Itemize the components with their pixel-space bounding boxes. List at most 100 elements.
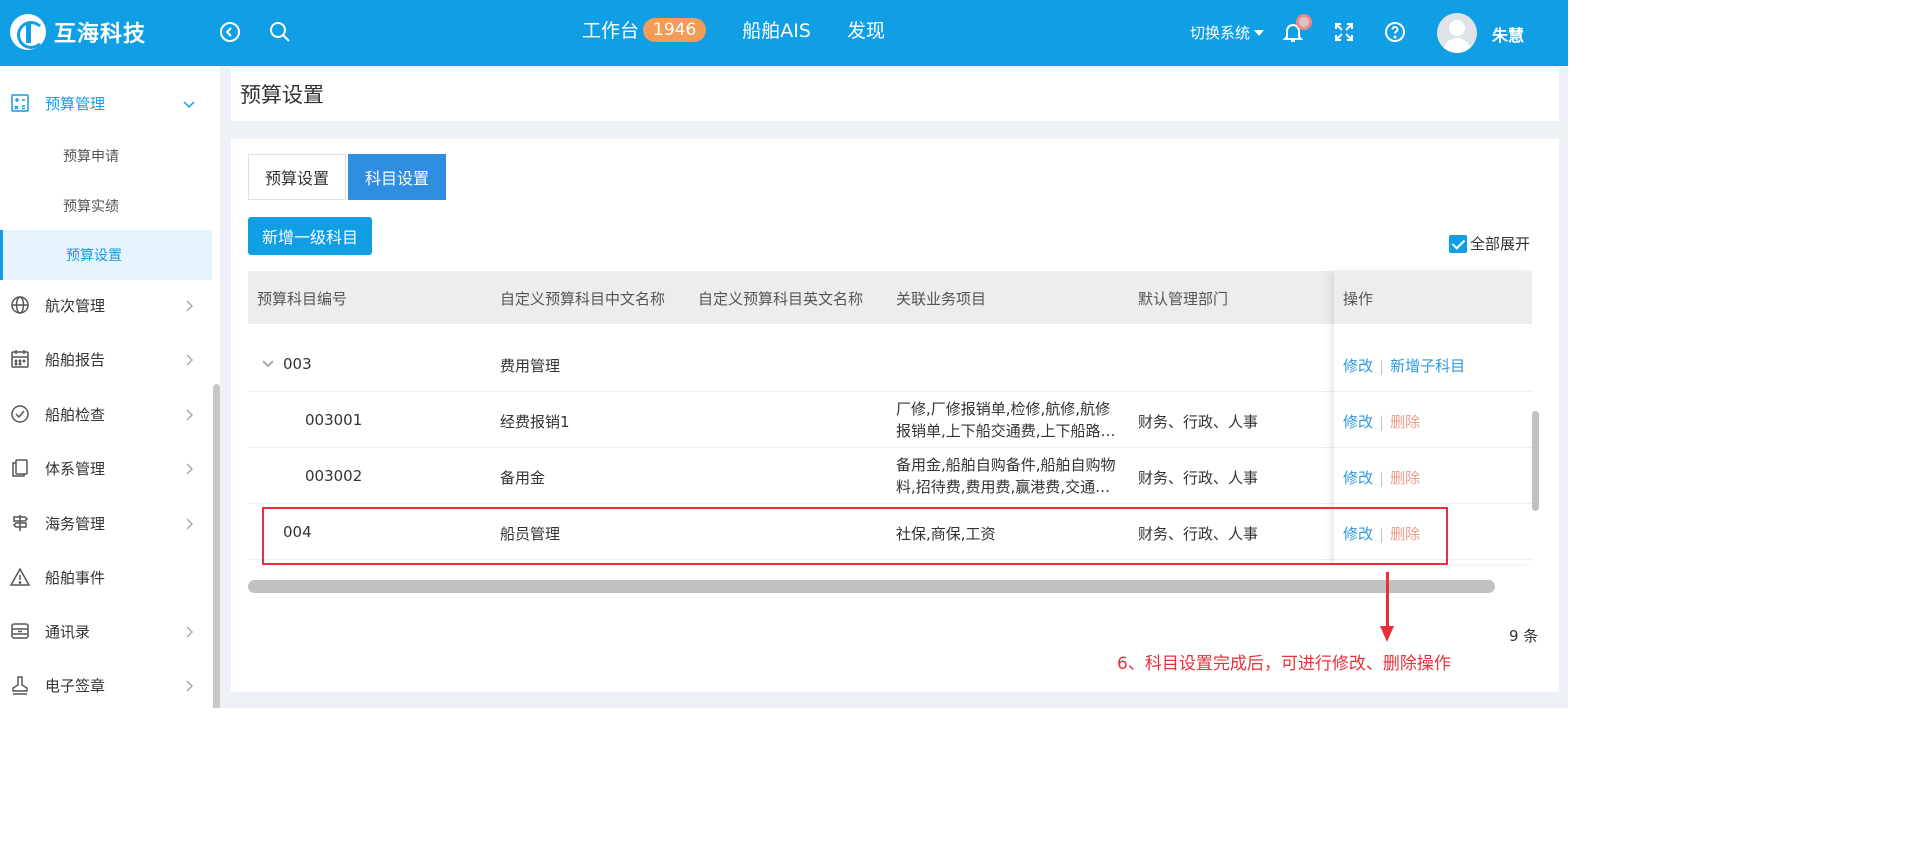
tab-subject-settings[interactable]: 科目设置 [348, 154, 447, 200]
nav-workbench[interactable]: 工作台 1946 [582, 16, 707, 43]
chevron-right-icon [182, 298, 196, 312]
caret-down-icon [1254, 29, 1265, 36]
avatar[interactable] [1437, 13, 1477, 53]
total-count: 9 条 [1509, 627, 1539, 645]
annotation-arrow-shaft [1386, 572, 1389, 630]
logo: 互海科技 [10, 14, 146, 50]
row-department: 财务、行政、人事 [1138, 525, 1259, 543]
row-code: 004 [283, 523, 312, 541]
sidebar-item-system-management[interactable]: 体系管理 [0, 441, 212, 495]
table-horizontal-scrollbar[interactable] [248, 580, 1495, 593]
row-code-cell: 003 [261, 355, 312, 373]
nav-workbench-label: 工作台 [582, 20, 640, 42]
row-business-line: 厂修,厂修报销单,检修,航修,航修 [896, 400, 1111, 418]
edit-link[interactable]: 修改 [1343, 469, 1373, 487]
back-icon[interactable] [218, 20, 242, 44]
sidebar-item-label: 船舶检查 [45, 405, 106, 424]
page-header: 预算设置 [231, 68, 1559, 121]
action-separator: | [1379, 525, 1385, 543]
warning-icon [9, 567, 31, 587]
row-cn-name: 船员管理 [500, 525, 561, 543]
delete-link[interactable]: 删除 [1390, 469, 1420, 487]
sidebar-item-contacts[interactable]: 通讯录 [0, 604, 212, 658]
chevron-right-icon [182, 678, 196, 692]
username[interactable]: 朱慧 [1492, 22, 1524, 46]
annotation-note: 6、科目设置完成后，可进行修改、删除操作 [1117, 654, 1451, 674]
row-actions: 修改 | 删除 [1343, 467, 1420, 488]
subject-table: 预算科目编号 自定义预算科目中文名称 自定义预算科目英文名称 关联业务项目 默认… [248, 271, 1532, 560]
table-row: 003002 备用金 备用金,船舶自购备件,船舶自购物 料,招待费,费用费,赢港… [248, 448, 1532, 504]
sidebar-item-e-signature[interactable]: 电子签章 [0, 658, 212, 708]
expand-all-checkbox[interactable] [1449, 234, 1467, 253]
sidebar-item-voyage[interactable]: 航次管理 [0, 278, 212, 332]
main-panel: 预算设置 科目设置 新增一级科目 全部展开 预算科目编号 自定义预算科目中文名称… [231, 139, 1559, 692]
column-header-department: 默认管理部门 [1138, 290, 1229, 308]
signpost-icon [10, 513, 30, 533]
table-spacer [248, 324, 1532, 336]
sidebar-sub-budget-actual[interactable]: 预算实绩 [0, 181, 212, 231]
sidebar-item-marine-affairs[interactable]: 海务管理 [0, 496, 212, 550]
chevron-right-icon [182, 352, 196, 366]
sidebar-item-budget-management[interactable]: 预算管理 [0, 76, 212, 130]
nav-ship-ais[interactable]: 船舶AIS [742, 16, 811, 43]
sidebar-item-label: 体系管理 [45, 459, 106, 478]
edit-link[interactable]: 修改 [1343, 525, 1373, 543]
delete-link[interactable]: 删除 [1390, 525, 1420, 543]
sidebar-scrollbar[interactable] [213, 384, 220, 708]
action-separator: | [1379, 357, 1385, 375]
delete-link[interactable]: 删除 [1390, 413, 1420, 431]
tab-budget-settings[interactable]: 预算设置 [248, 154, 347, 200]
search-icon[interactable] [268, 20, 292, 44]
calendar-icon [10, 349, 30, 369]
sidebar-sub-label: 预算申请 [63, 149, 119, 165]
globe-icon [10, 295, 30, 315]
action-separator: | [1379, 469, 1385, 487]
sidebar-item-ship-events[interactable]: 船舶事件 [0, 550, 212, 604]
sidebar-sub-budget-apply[interactable]: 预算申请 [0, 131, 212, 181]
top-nav: 工作台 1946 船舶AIS 发现 [582, 16, 921, 43]
column-header-code: 预算科目编号 [257, 290, 348, 308]
expand-all-toggle[interactable]: 全部展开 [1449, 233, 1530, 254]
row-business: 备用金,船舶自购备件,船舶自购物 料,招待费,费用费,赢港费,交通… [896, 454, 1126, 498]
row-cn-name: 经费报销1 [500, 413, 570, 431]
edit-link[interactable]: 修改 [1343, 357, 1373, 375]
row-cn-name: 备用金 [500, 469, 546, 487]
row-business-line: 备用金,船舶自购备件,船舶自购物 [896, 456, 1116, 474]
sidebar-item-label: 船舶事件 [45, 568, 106, 587]
logo-icon [10, 14, 46, 50]
row-actions: 修改 | 删除 [1343, 523, 1420, 544]
table-row: 003 费用管理 修改 | 新增子科目 [248, 336, 1532, 392]
chevron-right-icon [182, 624, 196, 638]
sidebar-item-ship-inspection[interactable]: 船舶检查 [0, 387, 212, 441]
edit-link[interactable]: 修改 [1343, 413, 1373, 431]
add-child-subject-link[interactable]: 新增子科目 [1390, 357, 1465, 375]
column-header-actions: 操作 [1343, 290, 1374, 308]
row-code: 003002 [305, 467, 363, 485]
sidebar-item-label: 船舶报告 [45, 350, 106, 369]
nav-discover[interactable]: 发现 [847, 16, 885, 43]
column-header-en-name: 自定义预算科目英文名称 [698, 290, 864, 308]
help-icon[interactable] [1383, 20, 1407, 44]
fullscreen-icon[interactable] [1332, 20, 1356, 44]
expand-all-label: 全部展开 [1470, 235, 1531, 253]
switch-system-dropdown[interactable]: 切换系统 [1190, 22, 1265, 43]
add-top-level-subject-button[interactable]: 新增一级科目 [248, 217, 373, 255]
notification-dot [1296, 14, 1312, 30]
sidebar-sub-label: 预算实绩 [63, 199, 119, 215]
row-department: 财务、行政、人事 [1138, 469, 1259, 487]
table-row: 003001 经费报销1 厂修,厂修报销单,检修,航修,航修 报销单,上下船交通… [248, 392, 1532, 448]
column-header-business: 关联业务项目 [896, 290, 987, 308]
drawer-icon [10, 621, 30, 641]
chevron-down-icon [182, 96, 196, 110]
sidebar-item-ship-report[interactable]: 船舶报告 [0, 332, 212, 386]
column-header-cn-name: 自定义预算科目中文名称 [500, 290, 666, 308]
table-header: 预算科目编号 自定义预算科目中文名称 自定义预算科目英文名称 关联业务项目 默认… [248, 271, 1532, 324]
page-title: 预算设置 [240, 83, 324, 107]
check-circle-icon [10, 404, 30, 424]
sidebar-sub-budget-settings[interactable]: 预算设置 [0, 230, 212, 280]
row-code: 003001 [305, 411, 363, 429]
table-vertical-scrollbar[interactable] [1532, 411, 1539, 511]
action-separator: | [1379, 413, 1385, 431]
sidebar-item-label: 海务管理 [45, 514, 106, 533]
collapse-caret-icon[interactable] [261, 356, 275, 370]
